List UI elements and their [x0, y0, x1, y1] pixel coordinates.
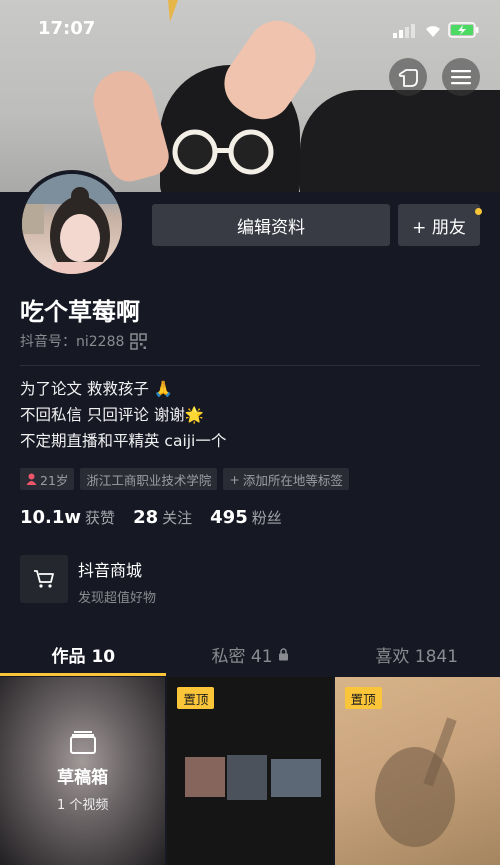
avatar-photo	[22, 174, 122, 274]
tab-likes[interactable]: 喜欢 1841	[333, 632, 500, 676]
tab-works[interactable]: 作品 10	[0, 632, 167, 676]
douyin-id-row[interactable]: 抖音号：ni2288	[20, 331, 148, 351]
bio-line: 不回私信 只回评论 谢谢🌟	[20, 406, 205, 424]
notification-dot	[475, 208, 482, 215]
profile-bio: 为了论文 救救孩子 🙏 不回私信 只回评论 谢谢🌟 不定期直播和平精英 caij…	[20, 376, 226, 454]
shop-icon-box	[20, 555, 68, 603]
add-tag-text: 添加所在地等标签	[242, 472, 343, 488]
lock-icon	[278, 647, 288, 660]
cover-sleeve	[300, 90, 500, 192]
likes-label: 获赞	[85, 509, 116, 527]
status-time: 17:07	[38, 18, 96, 39]
cellular-signal-icon	[393, 24, 415, 38]
edit-profile-label: 编辑资料	[237, 217, 305, 238]
shop-title: 抖音商城	[78, 561, 143, 580]
bio-line: 为了论文 救救孩子 🙏	[20, 380, 174, 398]
draft-box-tile[interactable]: 草稿箱 1 个视频	[0, 677, 166, 865]
menu-button[interactable]	[442, 58, 480, 96]
content-tabs: 作品 10 私密 41 喜欢 1841	[0, 632, 500, 676]
hamburger-menu-icon	[451, 70, 471, 85]
school-text: 浙江工商职业技术学院	[86, 472, 212, 488]
followers-stat[interactable]: 495 粉丝	[210, 507, 282, 528]
bio-line: 不定期直播和平精英 caiji一个	[20, 432, 227, 450]
age-text: 21岁	[40, 472, 69, 488]
video-tile[interactable]: 置顶	[334, 677, 500, 865]
likes-count: 10.1w	[20, 507, 82, 528]
female-user-icon	[26, 473, 37, 485]
draft-count: 1 个视频	[56, 798, 109, 813]
add-friend-label: + 朋友	[412, 217, 466, 238]
following-stat[interactable]: 28 关注	[133, 507, 192, 528]
douyin-shop-entry[interactable]: 抖音商城 发现超值好物	[20, 555, 156, 606]
douyin-id: 抖音号：ni2288	[20, 334, 125, 350]
following-count: 28	[133, 507, 159, 528]
school-tag[interactable]: 浙江工商职业技术学院	[80, 468, 218, 490]
profile-tags: 21岁 浙江工商职业技术学院 + 添加所在地等标签	[20, 468, 349, 490]
status-bar: 17:07	[0, 0, 500, 60]
profile-stats: 10.1w 获赞 28 关注 495 粉丝	[20, 507, 282, 528]
video-tile[interactable]: 置顶	[167, 677, 333, 865]
pinned-badge: 置顶	[344, 687, 382, 709]
hand-pointer-icon	[398, 69, 418, 87]
wifi-icon	[426, 26, 440, 37]
cover-glasses	[172, 129, 274, 175]
tab-private[interactable]: 私密 41	[167, 632, 334, 676]
edit-profile-button[interactable]: 编辑资料	[152, 204, 390, 246]
plus-icon: +	[229, 471, 240, 487]
gesture-button[interactable]	[389, 58, 427, 96]
draft-overlay: 草稿箱 1 个视频	[0, 677, 166, 865]
tab-private-label: 私密 41	[211, 646, 273, 667]
add-tag-button[interactable]: + 添加所在地等标签	[223, 468, 349, 490]
shopping-cart-icon	[34, 570, 54, 588]
pinned-badge: 置顶	[177, 687, 215, 709]
section-divider	[20, 365, 480, 366]
age-tag: 21岁	[20, 468, 75, 490]
profile-name: 吃个草莓啊	[20, 298, 140, 326]
draft-box-icon	[69, 731, 96, 754]
qr-code-icon[interactable]	[130, 332, 148, 350]
likes-stat[interactable]: 10.1w 获赞	[20, 507, 115, 528]
tab-likes-label: 喜欢 1841	[375, 646, 459, 667]
cover-hand-left	[86, 64, 174, 186]
battery-icon	[448, 22, 479, 38]
tab-works-label: 作品 10	[51, 646, 116, 667]
active-tab-indicator	[0, 673, 166, 676]
draft-title: 草稿箱	[57, 768, 109, 788]
followers-count: 495	[210, 507, 248, 528]
profile-avatar[interactable]	[18, 170, 126, 278]
works-grid: 草稿箱 1 个视频 置顶 置顶	[0, 677, 500, 865]
following-label: 关注	[162, 509, 193, 527]
add-friend-button[interactable]: + 朋友	[398, 204, 482, 246]
shop-subtitle: 发现超值好物	[78, 591, 157, 606]
avatar-portrait	[22, 174, 122, 274]
followers-label: 粉丝	[251, 509, 282, 527]
